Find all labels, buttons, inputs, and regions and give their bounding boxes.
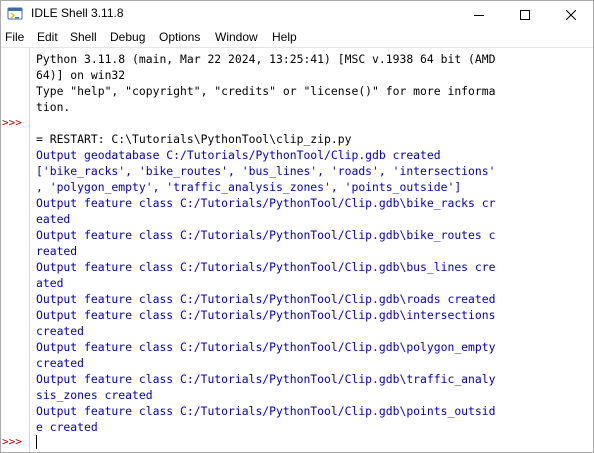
minimize-icon xyxy=(474,14,484,16)
prompt-gutter: >>> >>> xyxy=(1,48,30,452)
shell-line: = RESTART: C:\Tutorials\PythonTool\clip_… xyxy=(36,132,352,146)
shell-line: Output geodatabase C:/Tutorials/PythonTo… xyxy=(36,148,441,162)
maximize-icon xyxy=(520,9,530,20)
shell-line: Output feature class C:/Tutorials/Python… xyxy=(36,228,496,242)
shell-line: e created xyxy=(36,420,98,434)
menu-help[interactable]: Help xyxy=(272,30,297,44)
close-icon xyxy=(566,9,576,20)
python-idle-icon xyxy=(7,7,23,20)
shell-line: created xyxy=(36,356,85,370)
text-cursor xyxy=(36,435,37,449)
title-bar[interactable]: IDLE Shell 3.11.8 xyxy=(1,1,593,28)
shell-line: Output feature class C:/Tutorials/Python… xyxy=(36,372,496,386)
menu-edit[interactable]: Edit xyxy=(37,30,58,44)
shell-line: ated xyxy=(36,276,64,290)
shell-line: created xyxy=(36,324,85,338)
shell-area[interactable]: >>> >>> Python 3.11.8 (main, Mar 22 2024… xyxy=(1,48,593,452)
shell-line: ['bike_racks', 'bike_routes', 'bus_lines… xyxy=(36,164,496,178)
shell-line: Python 3.11.8 (main, Mar 22 2024, 13:25:… xyxy=(36,52,496,66)
shell-line xyxy=(36,435,581,451)
shell-line: , 'polygon_empty', 'traffic_analysis_zon… xyxy=(36,180,462,194)
shell-line: Output feature class C:/Tutorials/Python… xyxy=(36,404,496,418)
menu-shell[interactable]: Shell xyxy=(70,30,97,44)
menu-debug[interactable]: Debug xyxy=(110,30,145,44)
close-button[interactable] xyxy=(548,1,593,28)
shell-line: Output feature class C:/Tutorials/Python… xyxy=(36,292,496,306)
shell-line: Output feature class C:/Tutorials/Python… xyxy=(36,196,496,210)
shell-line: 64)] on win32 xyxy=(36,68,126,82)
window-title: IDLE Shell 3.11.8 xyxy=(31,6,124,20)
shell-line: reated xyxy=(36,244,78,258)
shell-line: Output feature class C:/Tutorials/Python… xyxy=(36,340,496,354)
menu-window[interactable]: Window xyxy=(215,30,258,44)
menu-file[interactable]: File xyxy=(5,30,24,44)
shell-line: tion. xyxy=(36,100,71,114)
shell-output-text[interactable]: Python 3.11.8 (main, Mar 22 2024, 13:25:… xyxy=(36,51,581,451)
menu-bar: File Edit Shell Debug Options Window Hel… xyxy=(1,28,593,48)
menu-options[interactable]: Options xyxy=(159,30,200,44)
shell-line: eated xyxy=(36,212,71,226)
shell-line: Output feature class C:/Tutorials/Python… xyxy=(36,308,496,322)
idle-shell-window: IDLE Shell 3.11.8 File Edit Shell Debug … xyxy=(0,0,594,453)
minimize-button[interactable] xyxy=(456,1,502,28)
shell-prompt-current: >>> xyxy=(2,435,22,448)
shell-line: Output feature class C:/Tutorials/Python… xyxy=(36,260,496,274)
maximize-button[interactable] xyxy=(502,1,548,28)
shell-line: sis_zones created xyxy=(36,388,153,402)
shell-prompt: >>> xyxy=(2,116,22,129)
shell-line: Type "help", "copyright", "credits" or "… xyxy=(36,84,496,98)
